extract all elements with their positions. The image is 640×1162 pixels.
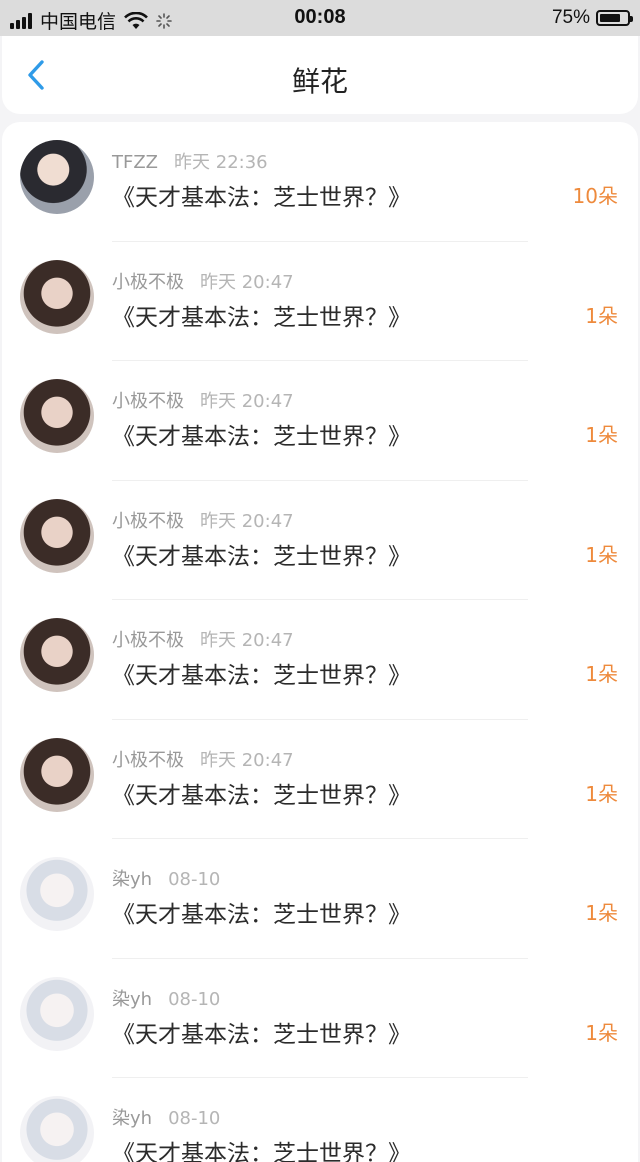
avatar[interactable] <box>20 140 94 214</box>
book-title[interactable]: 《天才基本法：芝士世界？》 <box>112 178 411 212</box>
avatar[interactable] <box>20 976 94 1051</box>
avatar[interactable] <box>20 737 94 812</box>
flower-count: 1朵 <box>585 781 618 806</box>
item-meta: 染yh 08-10 <box>112 865 220 891</box>
flower-list: TFZZ 昨天 22:36 《天才基本法：芝士世界？》 10朵 小极不极 昨天 20:47… <box>2 122 638 1162</box>
book-title[interactable]: 《天才基本法：芝士世界？》 <box>112 1134 411 1162</box>
flower-count: 1朵 <box>585 542 618 567</box>
timestamp: 昨天 20:47 <box>200 391 294 412</box>
book-title[interactable]: 《天才基本法：芝士世界？》 <box>112 656 411 690</box>
item-meta: 染yh 08-10 <box>112 985 220 1011</box>
timestamp: 昨天 20:47 <box>200 749 294 771</box>
flower-count: 1朵 <box>585 423 618 447</box>
item-meta: 小极不极 昨天 20:47 <box>112 746 294 772</box>
timestamp: 昨天 20:47 <box>200 510 294 532</box>
list-item[interactable]: 小极不极 昨天 20:47 《天才基本法：芝士世界？》 1朵 <box>2 720 638 839</box>
flower-count: 1朵 <box>585 1020 618 1045</box>
timestamp: 08-10 <box>168 1108 221 1129</box>
username[interactable]: 小极不极 <box>112 511 184 532</box>
list-item[interactable]: 小极不极 昨天 20:47 《天才基本法：芝士世界？》 1朵 <box>2 481 638 600</box>
list-item[interactable]: 小极不极 昨天 20:47 《天才基本法：芝士世界？》 1朵 <box>2 361 638 481</box>
nav-header: 鲜花 <box>2 36 638 114</box>
item-meta: 小极不极 昨天 20:47 <box>112 268 294 294</box>
flower-count: 1朵 <box>585 662 618 686</box>
item-meta: 染yh 08-10 <box>112 1104 220 1130</box>
battery-percent: 75% <box>551 7 590 28</box>
page-title: 鲜花 <box>291 65 348 98</box>
username[interactable]: 染yh <box>112 989 152 1010</box>
avatar[interactable] <box>20 498 94 573</box>
timestamp: 昨天 20:47 <box>200 271 294 293</box>
list-item[interactable]: 小极不极 昨天 20:47 《天才基本法：芝士世界？》 1朵 <box>2 600 638 720</box>
timestamp: 昨天 20:47 <box>200 630 294 651</box>
avatar[interactable] <box>20 618 94 692</box>
book-title[interactable]: 《天才基本法：芝士世界？》 <box>112 895 411 929</box>
book-title[interactable]: 《天才基本法：芝士世界？》 <box>112 1015 411 1049</box>
flower-count: 10朵 <box>572 184 618 208</box>
book-title[interactable]: 《天才基本法：芝士世界？》 <box>112 417 411 451</box>
battery-icon <box>596 10 633 26</box>
timestamp: 昨天 22:36 <box>174 152 268 173</box>
item-meta: 小极不极 昨天 20:47 <box>112 507 294 533</box>
item-meta: 小极不极 昨天 20:47 <box>112 626 294 652</box>
item-meta: 小极不极 昨天 20:47 <box>112 387 294 413</box>
item-meta: TFZZ 昨天 22:36 <box>112 148 268 174</box>
avatar[interactable] <box>20 379 94 453</box>
book-title[interactable]: 《天才基本法：芝士世界？》 <box>112 537 411 571</box>
list-item[interactable]: 染yh 08-10 《天才基本法：芝士世界？》 <box>2 1078 638 1162</box>
username[interactable]: 小极不极 <box>112 272 184 293</box>
username[interactable]: 小极不极 <box>112 750 184 771</box>
timestamp: 08-10 <box>168 869 221 890</box>
username[interactable]: 染yh <box>112 869 152 890</box>
username[interactable]: 小极不极 <box>112 391 184 412</box>
flower-count: 1朵 <box>585 901 618 925</box>
status-time: 00:08 <box>294 6 346 28</box>
book-title[interactable]: 《天才基本法：芝士世界？》 <box>112 776 411 810</box>
list-item[interactable]: 染yh 08-10 《天才基本法：芝士世界？》 1朵 <box>2 959 638 1078</box>
status-bar: 中国电信 00:08 75% <box>0 0 640 36</box>
username[interactable]: 染yh <box>112 1108 152 1129</box>
list-item[interactable]: 小极不极 昨天 20:47 《天才基本法：芝士世界？》 1朵 <box>2 242 638 361</box>
list-item[interactable]: 染yh 08-10 《天才基本法：芝士世界？》 1朵 <box>2 839 638 959</box>
status-right: 75% <box>551 7 633 29</box>
username[interactable]: TFZZ <box>112 152 158 173</box>
avatar[interactable] <box>20 259 94 334</box>
timestamp: 08-10 <box>168 988 221 1010</box>
book-title[interactable]: 《天才基本法：芝士世界？》 <box>112 298 411 332</box>
list-item[interactable]: TFZZ 昨天 22:36 《天才基本法：芝士世界？》 10朵 <box>2 122 638 242</box>
avatar[interactable] <box>20 1096 94 1162</box>
username[interactable]: 小极不极 <box>112 630 184 651</box>
avatar[interactable] <box>20 857 94 931</box>
flower-count: 1朵 <box>585 303 618 328</box>
